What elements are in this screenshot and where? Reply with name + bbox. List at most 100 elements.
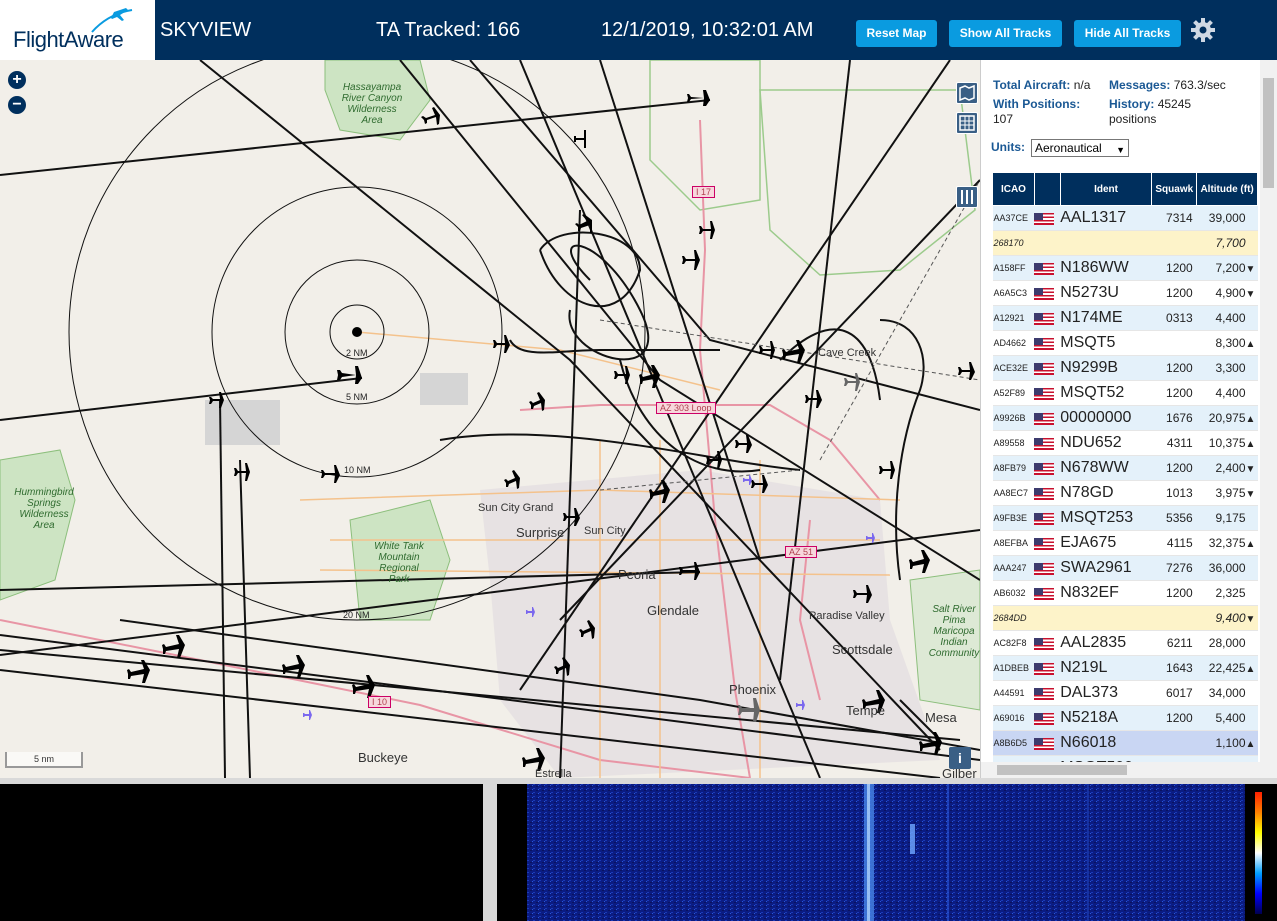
ident-cell: N9299B <box>1060 355 1152 381</box>
hide-all-tracks-button[interactable]: Hide All Tracks <box>1074 20 1181 47</box>
col-altitude[interactable]: Altitude (ft) <box>1196 172 1258 206</box>
table-row[interactable]: A1DBEB N219L 1643 22,425▲ <box>992 655 1258 681</box>
table-row[interactable]: AD4662 MSQT5 8,300▲ <box>992 330 1258 356</box>
receiver-location <box>352 327 362 337</box>
squawk-cell: 0313 <box>1151 305 1197 331</box>
ident-cell <box>1060 605 1152 631</box>
altitude-value: 39,000 <box>1208 211 1246 225</box>
altitude-value: 5,400 <box>1215 711 1246 725</box>
altitude-cell: 34,000 <box>1196 680 1258 706</box>
table-row[interactable]: AAA247 SWA2961 7276 36,000 <box>992 555 1258 581</box>
city-label: Buckeye <box>358 750 408 765</box>
col-flag[interactable] <box>1033 172 1061 206</box>
table-row[interactable]: A9926B 00000000 1676 20,975▲ <box>992 405 1258 431</box>
zoom-in-button[interactable]: + <box>8 71 26 89</box>
us-flag-icon <box>1034 387 1055 400</box>
table-row[interactable]: AC82F8 AAL2835 6211 28,000 <box>992 630 1258 656</box>
squawk-cell: 1200 <box>1151 705 1197 731</box>
table-row[interactable]: AA37CE AAL1317 7314 39,000 <box>992 205 1258 231</box>
altitude-value: 32,375 <box>1208 536 1246 550</box>
altitude-trend-icon: ▲ <box>1245 414 1256 425</box>
us-flag-icon <box>1034 662 1055 675</box>
squawk-cell <box>1151 330 1197 356</box>
table-row[interactable]: AB6032 N832EF 1200 2,325 <box>992 580 1258 606</box>
table-row[interactable]: A158FF N186WW 1200 7,200▼ <box>992 255 1258 281</box>
us-flag-icon <box>1034 287 1055 300</box>
altitude-value: 3,300 <box>1215 361 1246 375</box>
waterfall-panel <box>497 784 1277 921</box>
altitude-cell: 9,175 <box>1196 505 1258 531</box>
flag-cell <box>1034 605 1061 631</box>
zoom-out-button[interactable]: − <box>8 96 26 114</box>
park-label: White Tank Mountain Regional Park <box>374 541 424 585</box>
table-row[interactable]: A12921 N174ME 0313 4,400 <box>992 305 1258 331</box>
col-ident[interactable]: Ident <box>1059 172 1153 206</box>
table-row[interactable]: A6A5C3 N5273U 1200 4,900▼ <box>992 280 1258 306</box>
squawk-cell <box>1151 605 1197 631</box>
flag-cell <box>1034 380 1061 406</box>
units-select[interactable]: Aeronautical <box>1031 139 1129 158</box>
flag-cell <box>1034 730 1061 756</box>
ident-cell: AAL2835 <box>1060 630 1152 656</box>
table-row[interactable]: ACE32E N9299B 1200 3,300 <box>992 355 1258 381</box>
table-row[interactable]: 268170 7,700 <box>992 230 1258 256</box>
altitude-cell: 5,400 <box>1196 705 1258 731</box>
table-row[interactable]: A8B6D5 N66018 1,100▲ <box>992 730 1258 756</box>
flag-cell <box>1034 555 1061 581</box>
us-flag-icon <box>1034 437 1055 450</box>
icao-cell: ACE32E <box>992 355 1035 381</box>
aircraft-table: ICAO Ident Squawk Altitude (ft) AA37CE AA… <box>992 172 1258 764</box>
altitude-cell: 4,900▼ <box>1196 280 1258 306</box>
map-view[interactable]: Hassayampa River Canyon Wilderness Area … <box>0 60 980 778</box>
table-row[interactable]: 2684DD 9,400▼ <box>992 605 1258 631</box>
table-row[interactable]: A44591 DAL373 6017 34,000 <box>992 680 1258 706</box>
table-row[interactable]: A89558 NDU652 4311 10,375▲ <box>992 430 1258 456</box>
altitude-value: 36,000 <box>1208 561 1246 575</box>
altitude-trend-icon: ▼ <box>1245 489 1256 500</box>
table-row[interactable]: A8FB79 N678WW 1200 2,400▼ <box>992 455 1258 481</box>
squawk-cell: 1200 <box>1151 355 1197 381</box>
us-flag-icon <box>1034 587 1055 600</box>
units-value: Aeronautical <box>1035 141 1102 155</box>
squawk-cell: 1643 <box>1151 655 1197 681</box>
scrollbar-thumb[interactable] <box>997 765 1127 775</box>
scrollbar-thumb[interactable] <box>1263 78 1274 188</box>
skyview-app: FlightAware SKYVIEW TA Tracked: 166 12/1… <box>0 0 1277 921</box>
us-flag-icon <box>1034 712 1055 725</box>
flag-cell <box>1034 405 1061 431</box>
table-header-row: ICAO Ident Squawk Altitude (ft) <box>992 172 1258 206</box>
units-label: Units: <box>991 140 1025 154</box>
gear-icon[interactable] <box>1190 17 1216 43</box>
altitude-value: 4,400 <box>1215 311 1246 325</box>
flag-cell <box>1034 330 1061 356</box>
table-row[interactable]: A9FB3E MSQT253 5356 9,175 <box>992 505 1258 531</box>
col-icao[interactable]: ICAO <box>992 172 1035 206</box>
squawk-cell <box>1151 730 1197 756</box>
grid-icon[interactable] <box>956 112 978 134</box>
icao-cell: A9926B <box>992 405 1035 431</box>
altitude-cell: 8,300▲ <box>1196 330 1258 356</box>
icao-cell: A6A5C3 <box>992 280 1035 306</box>
col-squawk[interactable]: Squawk <box>1151 172 1198 206</box>
info-button[interactable]: i <box>949 747 971 769</box>
squawk-cell: 1200 <box>1151 580 1197 606</box>
show-all-tracks-button[interactable]: Show All Tracks <box>949 20 1062 47</box>
ident-cell: N832EF <box>1060 580 1152 606</box>
us-flag-icon <box>1034 687 1055 700</box>
horizontal-scrollbar[interactable] <box>981 762 1261 778</box>
reset-map-button[interactable]: Reset Map <box>856 20 937 47</box>
vertical-scrollbar[interactable] <box>1260 60 1277 778</box>
columns-icon[interactable] <box>956 186 978 208</box>
squawk-cell <box>1151 230 1197 256</box>
us-flag-icon <box>1034 637 1055 650</box>
flag-cell <box>1034 480 1061 506</box>
table-row[interactable]: A52F89 MSQT52 1200 4,400 <box>992 380 1258 406</box>
table-row[interactable]: AA8EC7 N78GD 1013 3,975▼ <box>992 480 1258 506</box>
map-layers-icon[interactable] <box>956 82 978 104</box>
flightaware-logo[interactable]: FlightAware <box>0 0 155 60</box>
altitude-cell: 32,375▲ <box>1196 530 1258 556</box>
positions-label: With Positions: <box>993 97 1081 111</box>
table-row[interactable]: A8EFBA EJA675 4115 32,375▲ <box>992 530 1258 556</box>
table-row[interactable]: A69016 N5218A 1200 5,400 <box>992 705 1258 731</box>
road-shield: AZ 303 Loop <box>656 402 716 414</box>
